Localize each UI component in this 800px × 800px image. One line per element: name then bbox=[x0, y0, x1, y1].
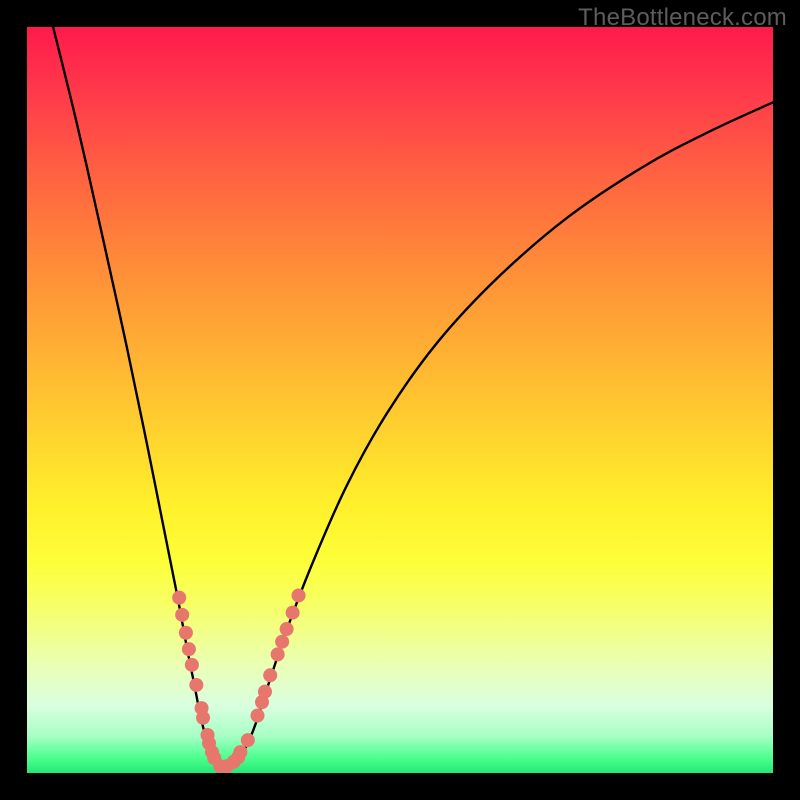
marker-dot bbox=[233, 745, 247, 759]
watermark-text: TheBottleneck.com bbox=[578, 4, 787, 32]
marker-dot bbox=[292, 588, 306, 602]
marker-dot bbox=[286, 606, 300, 620]
marker-dot bbox=[189, 678, 203, 692]
marker-dot bbox=[182, 642, 196, 656]
curve-right bbox=[224, 102, 773, 766]
marker-layer bbox=[172, 588, 305, 773]
curve-left bbox=[53, 27, 224, 766]
marker-dot bbox=[275, 635, 289, 649]
marker-dot bbox=[263, 668, 277, 682]
marker-dot bbox=[172, 591, 186, 605]
marker-dot bbox=[271, 647, 285, 661]
marker-dot bbox=[175, 608, 189, 622]
curve-layer bbox=[53, 27, 773, 766]
marker-dot bbox=[251, 709, 265, 723]
marker-dot bbox=[258, 685, 272, 699]
marker-dot bbox=[196, 711, 210, 725]
outer-frame: TheBottleneck.com bbox=[0, 0, 800, 800]
chart-svg bbox=[27, 27, 773, 773]
marker-dot bbox=[185, 658, 199, 672]
plot-area bbox=[27, 27, 773, 773]
marker-dot bbox=[179, 626, 193, 640]
marker-dot bbox=[280, 622, 294, 636]
marker-dot bbox=[241, 733, 255, 747]
